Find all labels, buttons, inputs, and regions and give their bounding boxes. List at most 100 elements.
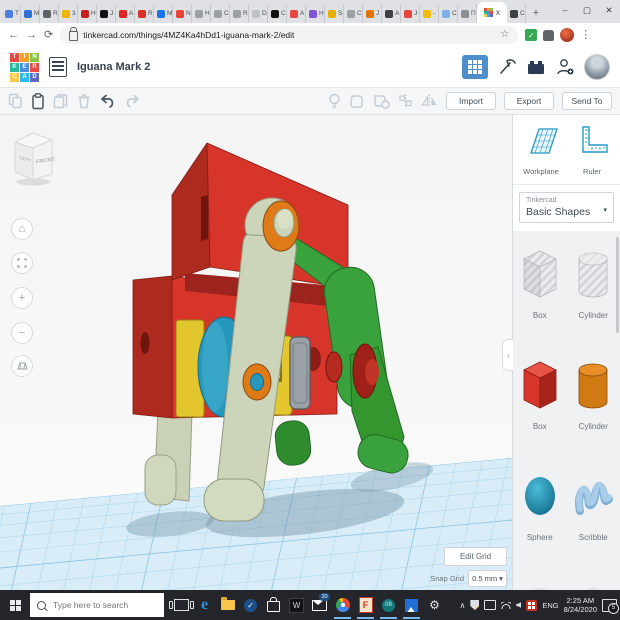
close-button[interactable]: ✕ — [598, 0, 620, 20]
edit-grid-button[interactable]: Edit Grid — [444, 547, 507, 566]
snap-grid-select[interactable]: 0.5 mm ▾ — [468, 570, 507, 587]
tinkercad-logo[interactable]: TINKERCAD — [10, 53, 39, 82]
tools-pickaxe-icon[interactable] — [497, 57, 517, 77]
design-menu-icon[interactable] — [49, 57, 67, 77]
browser-tab-19[interactable]: J — [363, 4, 382, 23]
paste-icon[interactable] — [31, 93, 45, 110]
browser-tab-4[interactable]: H — [78, 4, 97, 23]
duplicate-icon[interactable] — [53, 93, 69, 109]
browser-tab-20[interactable]: A — [382, 4, 401, 23]
browser-tab-15[interactable]: A — [287, 4, 306, 23]
send-to-button[interactable]: Send To — [562, 92, 612, 110]
zoom-in-button[interactable]: + — [11, 287, 33, 309]
user-avatar[interactable] — [584, 54, 610, 80]
browser-tab-trailing[interactable]: C — [507, 4, 526, 23]
mirror-icon[interactable] — [421, 93, 438, 109]
minimize-button[interactable]: – — [554, 0, 576, 20]
fit-view-button[interactable] — [11, 252, 33, 274]
shape-partial-right[interactable] — [567, 576, 620, 590]
browser-tab-6[interactable]: A — [116, 4, 135, 23]
browser-tab-17[interactable]: S — [325, 4, 344, 23]
design-title[interactable]: Iguana Mark 2 — [77, 61, 150, 73]
edge-app[interactable]: e — [193, 591, 216, 619]
align-icon[interactable] — [398, 93, 413, 109]
extension-dark-icon[interactable] — [543, 30, 554, 41]
redo-icon[interactable] — [124, 94, 141, 108]
gallery-scrollbar[interactable] — [616, 237, 619, 333]
3d-scene[interactable] — [0, 115, 512, 590]
home-view-button[interactable]: ⌂ — [11, 218, 33, 240]
browser-tab-3[interactable]: 3 — [59, 4, 78, 23]
browser-tab-5[interactable]: J — [97, 4, 116, 23]
mail-app[interactable]: 20 — [308, 591, 331, 619]
dark-app[interactable]: W — [285, 591, 308, 619]
browser-tab-23[interactable]: C — [439, 4, 458, 23]
f-app[interactable]: F — [354, 591, 377, 619]
copy-icon[interactable] — [8, 93, 23, 109]
teams-grid-icon[interactable] — [526, 600, 537, 611]
shape-partial-left[interactable] — [513, 576, 567, 590]
3d-viewport[interactable]: LEFT FRONT ⌂ + − Edit Grid Snap Grid 0.5… — [0, 115, 512, 590]
perspective-toggle-button[interactable] — [11, 355, 33, 377]
share-user-icon[interactable] — [555, 57, 575, 77]
back-icon[interactable]: ← — [8, 30, 19, 41]
browser-tab-11[interactable]: C — [211, 4, 230, 23]
brick-icon[interactable] — [526, 58, 546, 76]
settings-app[interactable]: ⚙ — [423, 591, 446, 619]
shape-category-dropdown[interactable]: Tinkercad Basic Shapes ▾ — [519, 192, 614, 223]
new-tab-button[interactable]: + — [528, 5, 544, 21]
browser-tab-22[interactable]: - — [420, 4, 439, 23]
delete-icon[interactable] — [77, 93, 91, 109]
browser-tab-0[interactable]: T — [2, 4, 21, 23]
browser-tab-10[interactable]: H — [192, 4, 211, 23]
extension-check-icon[interactable]: ✓ — [525, 29, 537, 41]
photos-app[interactable] — [400, 591, 423, 619]
browser-tab-active[interactable]: x — [477, 2, 507, 23]
browser-tab-2[interactable]: R — [40, 4, 59, 23]
browser-tab-1[interactable]: M — [21, 4, 40, 23]
address-bar[interactable]: tinkercad.com/things/4MZ4Ka4hDd1-iguana-… — [60, 26, 518, 44]
start-button[interactable] — [0, 590, 30, 620]
shape-cylinder-orange[interactable]: Cylinder — [567, 354, 620, 465]
shape-cylinder-hole[interactable]: Cylinder — [567, 243, 620, 354]
export-button[interactable]: Export — [504, 92, 554, 110]
chrome-app[interactable] — [331, 591, 354, 619]
action-center-icon[interactable]: 5 — [602, 599, 617, 612]
reload-icon[interactable]: ⟳ — [44, 30, 53, 41]
show-all-bulb-icon[interactable] — [328, 93, 341, 110]
workplane-tool[interactable]: Workplane — [518, 125, 564, 176]
store-app[interactable] — [262, 591, 285, 619]
o8-app[interactable]: 08 — [377, 591, 400, 619]
security-shield-icon[interactable] — [470, 600, 479, 610]
network-icon[interactable] — [501, 602, 511, 609]
tray-chevron-icon[interactable]: ∧ — [460, 601, 466, 610]
task-view-button[interactable] — [170, 591, 193, 619]
3d-model-iguana-mark-2[interactable] — [133, 143, 411, 521]
import-button[interactable]: Import — [446, 92, 496, 110]
browser-tab-16[interactable]: H — [306, 4, 325, 23]
ungroup-icon[interactable] — [373, 93, 390, 109]
taskbar-clock[interactable]: 2:25 AM 8/24/2020 — [564, 596, 597, 614]
browser-tab-9[interactable]: N — [173, 4, 192, 23]
browser-profile-avatar[interactable] — [560, 28, 574, 42]
browser-tab-24[interactable]: П — [458, 4, 477, 23]
browser-tab-12[interactable]: R — [230, 4, 249, 23]
shape-box-red[interactable]: Box — [513, 354, 567, 465]
file-explorer-app[interactable] — [216, 591, 239, 619]
browser-tab-21[interactable]: J — [401, 4, 420, 23]
bookmark-star-icon[interactable]: ☆ — [500, 30, 509, 40]
tray-box-icon[interactable] — [484, 600, 496, 610]
ruler-tool[interactable]: Ruler — [569, 125, 615, 176]
shape-scribble[interactable]: Scribble — [567, 465, 620, 576]
todo-app[interactable]: ✓ — [239, 591, 262, 619]
browser-tab-13[interactable]: D — [249, 4, 268, 23]
volume-icon[interactable] — [516, 602, 521, 608]
browser-menu-icon[interactable]: ⋮ — [580, 30, 591, 41]
browser-tab-7[interactable]: R — [135, 4, 154, 23]
language-indicator[interactable]: ENG — [542, 601, 558, 610]
shape-sphere[interactable]: Sphere — [513, 465, 567, 576]
view-cube[interactable]: LEFT FRONT — [8, 127, 60, 187]
browser-tab-14[interactable]: C — [268, 4, 287, 23]
group-icon[interactable] — [349, 93, 365, 109]
blocks-view-button[interactable] — [462, 55, 488, 79]
